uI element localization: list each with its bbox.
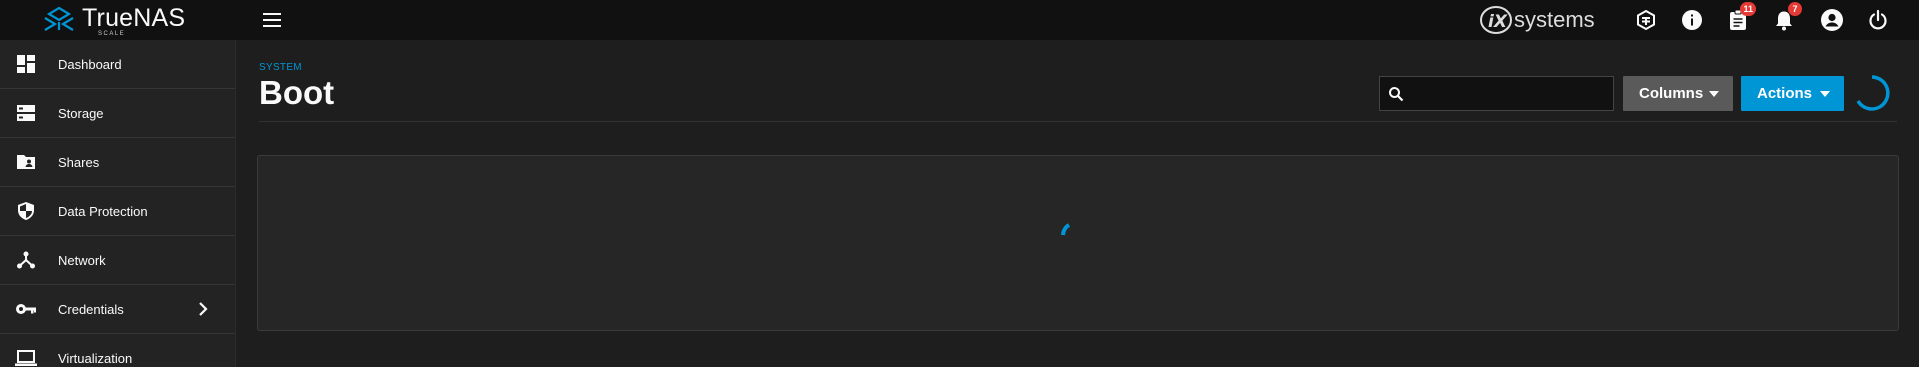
storage-icon [14, 101, 38, 125]
shield-icon [14, 199, 38, 223]
alerts-badge: 7 [1788, 2, 1802, 16]
columns-button-label: Columns [1639, 85, 1704, 102]
vendor-logo-text: systems [1514, 7, 1595, 32]
truecommand-button[interactable] [1632, 6, 1660, 34]
actions-button-label: Actions [1757, 85, 1813, 102]
alerts-button[interactable]: 7 [1770, 2, 1802, 34]
caret-down-icon [1709, 90, 1719, 97]
svg-text:iX: iX [1488, 12, 1508, 32]
brand-edition: SCALE [98, 31, 126, 37]
caret-down-icon [1820, 90, 1830, 97]
sidebar-item-shares[interactable]: Shares [0, 138, 235, 187]
power-icon [1869, 9, 1887, 30]
main-content: SYSTEM Boot Columns Actions [236, 40, 1919, 367]
top-toolbar: TrueNAS SCALE iX systems 11 7 [0, 0, 1919, 40]
sidebar-item-label: Shares [58, 154, 100, 170]
columns-button[interactable]: Columns [1623, 76, 1733, 111]
truenas-logo[interactable]: TrueNAS SCALE [42, 4, 186, 37]
actions-button[interactable]: Actions [1741, 76, 1844, 111]
sidebar-item-label: Data Protection [58, 203, 148, 219]
folder-shared-icon [14, 150, 38, 174]
search-box[interactable] [1379, 76, 1614, 111]
title-divider [259, 121, 1897, 122]
key-icon [14, 297, 38, 321]
sidebar-item-storage[interactable]: Storage [0, 89, 235, 138]
search-input[interactable] [1410, 86, 1610, 101]
sidebar-item-dashboard[interactable]: Dashboard [0, 40, 235, 89]
sidebar-item-label: Virtualization [58, 350, 133, 366]
dashboard-icon [14, 52, 38, 76]
sidebar-item-network[interactable]: Network [0, 236, 235, 285]
sidebar-item-label: Dashboard [58, 56, 122, 72]
jobs-badge: 11 [1740, 2, 1756, 16]
page-title: Boot [259, 74, 335, 111]
breadcrumb[interactable]: SYSTEM [259, 62, 302, 73]
sidebar-item-data-protection[interactable]: Data Protection [0, 187, 235, 236]
sidebar-item-label: Credentials [58, 301, 124, 317]
sidebar-nav: Dashboard Storage Shares Data Protection… [0, 40, 236, 367]
laptop-icon [14, 346, 38, 367]
power-button[interactable] [1864, 6, 1892, 34]
network-icon [14, 248, 38, 272]
sidebar-item-label: Storage [58, 105, 104, 121]
truecommand-icon [1637, 9, 1655, 31]
brand-name: TrueNAS [82, 4, 186, 32]
ix-mark-icon: iX [1480, 6, 1512, 34]
truenas-mark-icon [44, 6, 74, 31]
account-circle-icon [1821, 9, 1843, 31]
help-button[interactable] [1678, 6, 1706, 34]
jobs-button[interactable]: 11 [1724, 2, 1756, 34]
sidebar-item-label: Network [58, 252, 106, 268]
loading-spinner-icon [1061, 223, 1071, 236]
loading-spinner-icon [1856, 75, 1890, 111]
search-icon [1389, 86, 1404, 101]
ixsystems-logo[interactable]: iX systems [1480, 4, 1595, 36]
account-button[interactable] [1818, 6, 1846, 34]
sidebar-item-virtualization[interactable]: Virtualization [0, 334, 235, 367]
menu-toggle-button[interactable] [260, 8, 284, 32]
chevron-right-icon [199, 302, 208, 316]
boot-environments-table-card [257, 155, 1899, 331]
help-info-icon [1682, 10, 1702, 30]
sidebar-item-credentials[interactable]: Credentials [0, 285, 235, 334]
